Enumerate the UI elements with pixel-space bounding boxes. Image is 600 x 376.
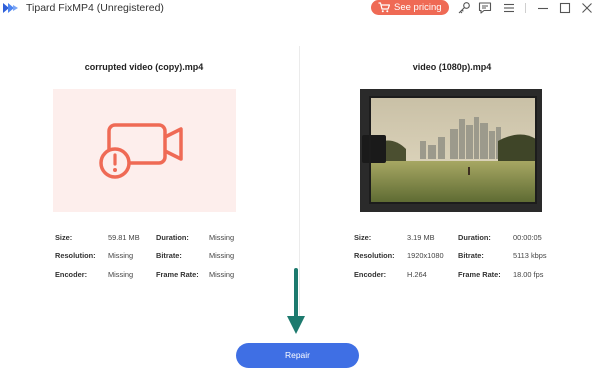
size-label: Size: [354,233,372,242]
frame-rate-label: Frame Rate: [156,270,199,279]
size-value: 3.19 MB [407,233,435,242]
duration-label: Duration: [156,233,189,242]
bitrate-label: Bitrate: [458,251,484,260]
title-bar: Tipard FixMP4 (Unregistered) See pricing [0,0,600,16]
video-error-icon [99,123,183,179]
maximize-icon[interactable] [558,1,572,15]
frame-rate-label: Frame Rate: [458,270,501,279]
chat-icon[interactable] [478,1,492,15]
bitrate-label: Bitrate: [156,251,182,260]
minimize-icon[interactable] [536,1,550,15]
frame-rate-value: Missing [209,270,235,279]
video-preview-image [360,89,542,212]
repair-button[interactable]: Repair [236,343,359,368]
window-title: Tipard FixMP4 (Unregistered) [26,2,164,14]
right-video-thumbnail[interactable] [360,89,542,212]
encoder-label: Encoder: [55,270,88,279]
key-icon[interactable] [457,1,471,15]
frame-rate-value: 18.00 fps [513,270,544,279]
size-label: Size: [55,233,73,242]
duration-label: Duration: [458,233,491,242]
cart-icon [378,2,390,13]
duration-value: 00:00:05 [513,233,542,242]
bitrate-value: 5113 kbps [513,251,547,260]
bitrate-value: Missing [209,251,235,260]
resolution-value: 1920x1080 [407,251,444,260]
encoder-value: Missing [108,270,134,279]
down-arrow-icon [287,268,305,334]
size-value: 59.81 MB [108,233,140,242]
encoder-label: Encoder: [354,270,387,279]
left-file-name: corrupted video (copy).mp4 [84,62,204,72]
right-file-name: video (1080p).mp4 [412,62,492,72]
resolution-value: Missing [108,251,134,260]
duration-value: Missing [209,233,235,242]
resolution-label: Resolution: [354,251,395,260]
see-pricing-label: See pricing [394,2,442,13]
titlebar-separator [525,3,526,13]
close-icon[interactable] [580,1,594,15]
resolution-label: Resolution: [55,251,96,260]
menu-icon[interactable] [502,1,516,15]
encoder-value: H.264 [407,270,427,279]
left-video-thumbnail[interactable] [53,89,236,212]
see-pricing-button[interactable]: See pricing [371,0,449,15]
app-logo-icon [3,3,18,13]
